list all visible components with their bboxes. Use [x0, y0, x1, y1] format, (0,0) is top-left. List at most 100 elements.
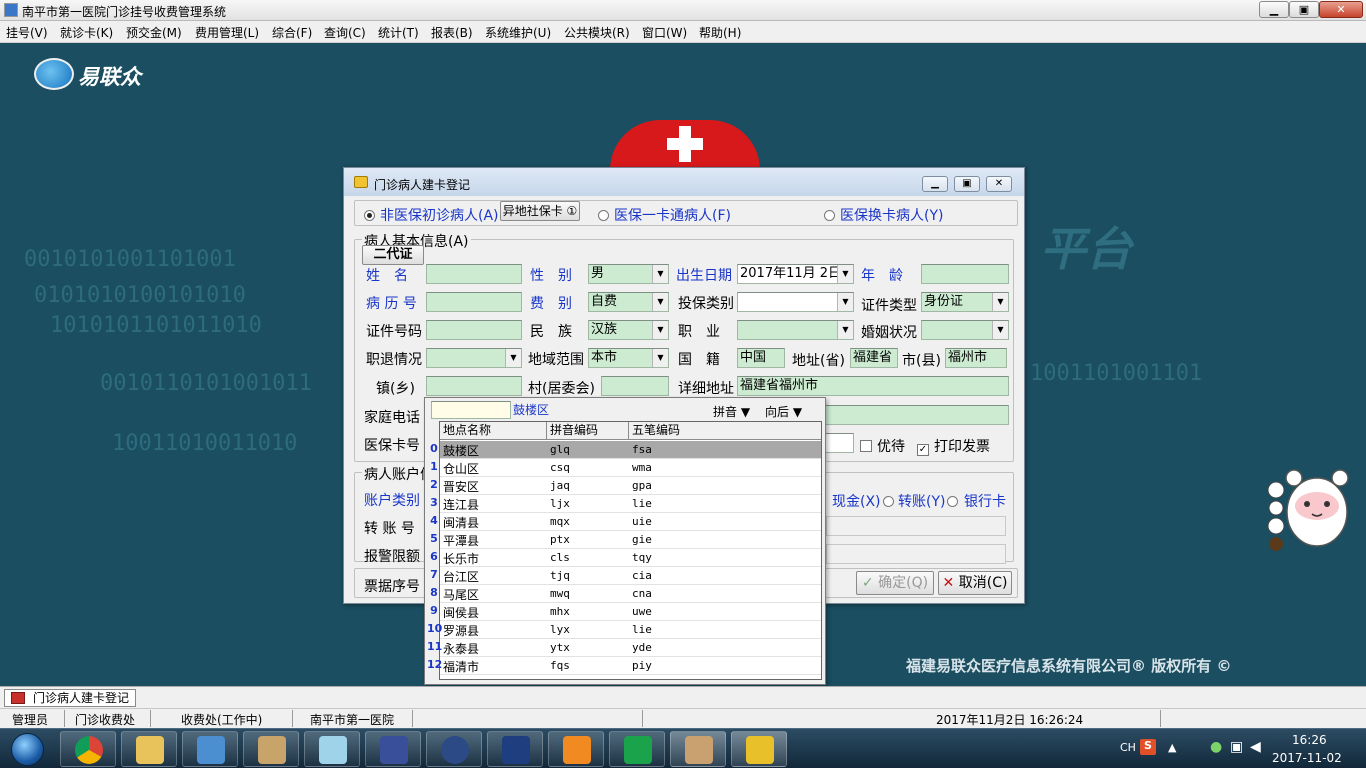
window-tab-card-registration[interactable]: 门诊病人建卡登记 — [4, 689, 136, 707]
search-mode-select[interactable]: 拼音 ▼ — [713, 403, 750, 420]
cert-no-field[interactable] — [426, 320, 522, 340]
location-name: 罗源县 — [443, 624, 480, 638]
volume-icon[interactable]: ◀ — [1250, 739, 1261, 755]
insure-type-select[interactable]: ▼ — [737, 292, 854, 312]
print-invoice-checkbox[interactable]: ✓ 打印发票 — [917, 436, 990, 456]
sogou-ime-icon[interactable]: S — [1140, 739, 1156, 755]
network-icon[interactable]: ▣ — [1230, 739, 1243, 755]
taskbar-remote[interactable] — [365, 731, 421, 767]
city-field[interactable]: 福州市 — [945, 348, 1007, 368]
radio-insured-swap[interactable]: 医保换卡病人(Y) — [824, 205, 943, 225]
menu-item-fees[interactable]: 费用管理(L) — [195, 24, 259, 41]
column-header-wubi[interactable]: 五笔编码 — [629, 422, 821, 440]
pay-cash-radio[interactable]: 现金(X) — [832, 491, 899, 511]
cert-type-select[interactable]: 身份证 ▼ — [921, 292, 1009, 312]
taskbar-his-app[interactable] — [731, 731, 787, 767]
transfer-no-field[interactable] — [826, 516, 1006, 536]
region-select[interactable]: 本市 ▼ — [588, 348, 669, 368]
town-field[interactable] — [426, 376, 522, 396]
alert-limit-field[interactable] — [826, 544, 1006, 564]
minimize-button[interactable]: ▁ — [1259, 1, 1289, 18]
gender-select[interactable]: 男 ▼ — [588, 264, 669, 284]
column-header-name[interactable]: 地点名称 — [440, 422, 547, 440]
name-field[interactable] — [426, 264, 522, 284]
location-name: 永泰县 — [443, 642, 480, 656]
taskbar-control-panel[interactable] — [182, 731, 238, 767]
start-button[interactable] — [2, 731, 52, 767]
ethnic-select[interactable]: 汉族 ▼ — [588, 320, 669, 340]
menu-item-system[interactable]: 系统维护(U) — [485, 24, 551, 41]
input-language[interactable]: CH — [1120, 741, 1136, 754]
tray-expand-icon[interactable]: ▲ — [1168, 741, 1176, 754]
taskbar-spreadsheet[interactable] — [609, 731, 665, 767]
location-row[interactable]: 永泰县 ytx yde — [440, 639, 821, 657]
location-row[interactable]: 闽清县 mqx uie — [440, 513, 821, 531]
taskbar-paint[interactable] — [243, 731, 299, 767]
taskbar-compass[interactable] — [426, 731, 482, 767]
menu-item-stats[interactable]: 统计(T) — [378, 24, 419, 41]
location-row[interactable]: 长乐市 cls tqy — [440, 549, 821, 567]
search-direction-select[interactable]: 向后 ▼ — [765, 403, 802, 420]
record-no-field[interactable] — [426, 292, 522, 312]
menu-item-common[interactable]: 公共模块(R) — [564, 24, 630, 41]
other-region-card-button[interactable]: 异地社保卡 ① — [500, 201, 580, 221]
id-card-reader-button[interactable]: 二代证 — [362, 245, 424, 265]
menu-item-window[interactable]: 窗口(W) — [642, 24, 687, 41]
retire-select[interactable]: ▼ — [426, 348, 522, 368]
address-field[interactable]: 福建省福州市 — [737, 376, 1009, 396]
taskbar-sql[interactable] — [487, 731, 543, 767]
menu-item-help[interactable]: 帮助(H) — [699, 24, 741, 41]
dialog-minimize-button[interactable]: ▁ — [922, 176, 948, 192]
marital-label: 婚姻状况 — [861, 325, 917, 341]
taskbar-explorer[interactable] — [121, 731, 177, 767]
clock-time[interactable]: 16:26 — [1292, 733, 1327, 747]
priority-checkbox[interactable]: 优待 — [860, 436, 905, 456]
location-search-input[interactable] — [431, 401, 511, 419]
village-field[interactable] — [601, 376, 669, 396]
cancel-button[interactable]: ✕ 取消(C) — [938, 571, 1012, 595]
menu-item-reports[interactable]: 报表(B) — [431, 24, 473, 41]
dialog-restore-button[interactable]: ▣ — [954, 176, 980, 192]
menu-item-general[interactable]: 综合(F) — [272, 24, 312, 41]
location-row[interactable]: 福清市 fqs piy — [440, 657, 821, 675]
card-no-field-right[interactable] — [824, 433, 854, 453]
his-app-icon — [746, 736, 774, 764]
pay-bank-radio[interactable]: 银行卡 — [964, 491, 1006, 511]
age-field[interactable] — [921, 264, 1009, 284]
birth-date-picker[interactable]: 2017年11月 2日 ▼ — [737, 264, 854, 284]
radio-non-insured[interactable]: 非医保初诊病人(A) — [364, 205, 499, 225]
taskbar-photo[interactable] — [670, 731, 726, 767]
maximize-button[interactable]: ▣ — [1289, 1, 1319, 18]
menu-item-register[interactable]: 挂号(V) — [6, 24, 48, 41]
fee-type-select[interactable]: 自费 ▼ — [588, 292, 669, 312]
pay-transfer-radio[interactable]: 转账(Y) — [898, 491, 963, 511]
dialog-close-button[interactable]: ✕ — [986, 176, 1012, 192]
radio-insured-card[interactable]: 医保一卡通病人(F) — [598, 205, 731, 225]
menu-item-card[interactable]: 就诊卡(K) — [60, 24, 113, 41]
phone-field-right[interactable] — [824, 405, 1009, 425]
country-field[interactable]: 中国 — [737, 348, 785, 368]
taskbar-notepad[interactable] — [304, 731, 360, 767]
ok-button[interactable]: ✓ 确定(Q) — [856, 571, 934, 595]
menu-item-deposit[interactable]: 预交金(M) — [126, 24, 182, 41]
taskbar-app-orange[interactable] — [548, 731, 604, 767]
location-row[interactable]: 闽侯县 mhx uwe — [440, 603, 821, 621]
location-row[interactable]: 晋安区 jaq gpa — [440, 477, 821, 495]
location-row[interactable]: 仓山区 csq wma — [440, 459, 821, 477]
location-row[interactable]: 连江县 ljx lie — [440, 495, 821, 513]
taskbar-chrome[interactable] — [60, 731, 116, 767]
clock-date[interactable]: 2017-11-02 — [1272, 751, 1342, 765]
location-row[interactable]: 马尾区 mwq cna — [440, 585, 821, 603]
wechat-icon[interactable]: ● — [1210, 739, 1222, 755]
location-row[interactable]: 平潭县 ptx gie — [440, 531, 821, 549]
job-select[interactable]: ▼ — [737, 320, 854, 340]
menu-item-query[interactable]: 查询(C) — [324, 24, 366, 41]
province-field[interactable]: 福建省 — [850, 348, 898, 368]
column-header-pinyin[interactable]: 拼音编码 — [547, 422, 629, 440]
location-name: 闽侯县 — [443, 606, 480, 620]
location-row[interactable]: 鼓楼区 glq fsa — [440, 441, 821, 459]
location-row[interactable]: 罗源县 lyx lie — [440, 621, 821, 639]
location-row[interactable]: 台江区 tjq cia — [440, 567, 821, 585]
marital-select[interactable]: ▼ — [921, 320, 1009, 340]
close-button[interactable]: ✕ — [1319, 1, 1363, 18]
